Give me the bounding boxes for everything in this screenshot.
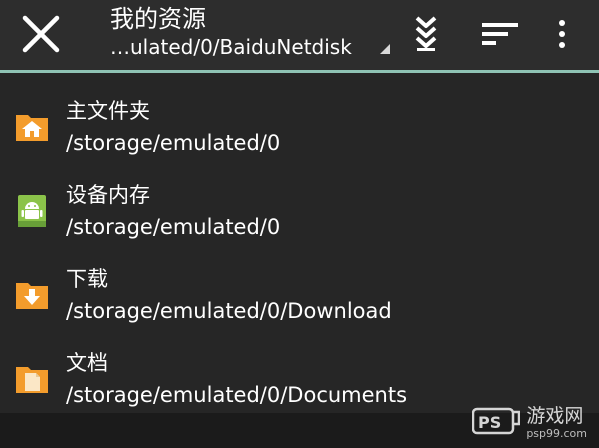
location-path: /storage/emulated/0: [66, 131, 281, 155]
sort-lines-icon: [482, 23, 518, 45]
list-item-home[interactable]: 主文件夹 /storage/emulated/0: [0, 85, 599, 169]
download-sort-button[interactable]: [404, 12, 448, 56]
home-folder-icon: [16, 115, 48, 141]
watermark-url: psp99.com: [526, 426, 587, 440]
location-name: 文档: [66, 351, 108, 375]
download-arrows-icon: [415, 16, 437, 51]
location-path: /storage/emulated/0: [66, 215, 281, 239]
location-path: /storage/emulated/0/Documents: [66, 383, 408, 407]
close-button[interactable]: [14, 10, 68, 58]
psp-logo-icon: PS: [472, 407, 521, 435]
watermark-name: 游戏网: [526, 404, 584, 427]
storage-location-list: 主文件夹 /storage/emulated/0 设备内存 /storage/e…: [0, 73, 599, 413]
current-path-label: …ulated/0/BaiduNetdisk: [110, 35, 352, 59]
title-block: 我的资源 …ulated/0/BaiduNetdisk: [110, 4, 400, 60]
page-title: 我的资源: [110, 5, 206, 33]
more-options-button[interactable]: [540, 12, 584, 56]
dropdown-corner-icon: [380, 44, 390, 54]
list-item-download[interactable]: 下载 /storage/emulated/0/Download: [0, 253, 599, 337]
documents-folder-icon: [16, 367, 48, 393]
location-name: 主文件夹: [66, 99, 150, 123]
location-path: /storage/emulated/0/Download: [66, 299, 392, 323]
download-folder-icon: [16, 283, 48, 309]
watermark: PS 游戏网 psp99.com: [472, 402, 587, 442]
list-item-device-storage[interactable]: 设备内存 /storage/emulated/0: [0, 169, 599, 253]
svg-text:PS: PS: [478, 413, 501, 432]
more-vert-icon: [559, 20, 565, 48]
close-icon: [22, 15, 60, 53]
location-name: 设备内存: [66, 183, 150, 207]
path-dropdown[interactable]: …ulated/0/BaiduNetdisk: [110, 34, 400, 60]
app-toolbar: 我的资源 …ulated/0/BaiduNetdisk: [0, 0, 599, 70]
android-storage-icon: [18, 195, 46, 227]
sort-button[interactable]: [478, 12, 522, 56]
location-name: 下载: [66, 267, 108, 291]
